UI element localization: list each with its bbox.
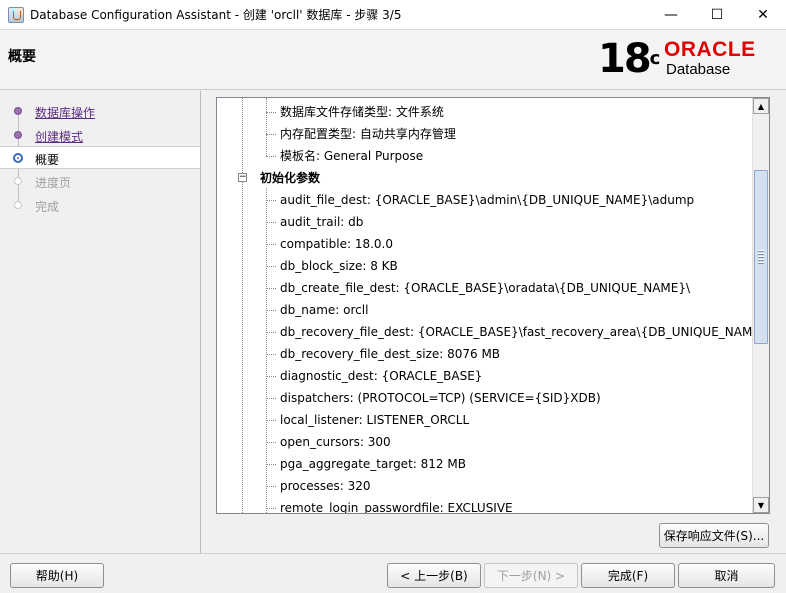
nav-step-progress: 进度页 [0, 170, 200, 193]
step-navigation: 数据库操作 创建模式 概要 进度页 完成 [0, 91, 201, 553]
nav-step-label: 创建模式 [35, 130, 84, 144]
tree-param-text: remote_login_passwordfile: EXCLUSIVE [280, 501, 513, 513]
page-title: 概要 [8, 49, 36, 65]
summary-tree-content: 数据库文件存储类型: 文件系统 内存配置类型: 自动共享内存管理 模板名: Ge… [217, 98, 753, 513]
cancel-button[interactable]: 取消 [678, 563, 775, 588]
tree-param-text: audit_trail: db [280, 215, 364, 229]
scrollbar-thumb[interactable] [754, 170, 768, 344]
tree-branch-line [266, 222, 276, 223]
tree-param-text: compatible: 18.0.0 [280, 237, 393, 251]
tree-branch-line [266, 354, 276, 355]
save-response-file-button[interactable]: 保存响应文件(S)... [659, 523, 769, 548]
tree-branch-line [266, 244, 276, 245]
nav-step-label: 数据库操作 [35, 106, 96, 120]
nav-step-database-operation[interactable]: 数据库操作 [0, 100, 200, 123]
step-pending-icon [14, 201, 22, 209]
tree-branch-line [266, 288, 276, 289]
tree-branch-line [266, 508, 276, 509]
step-done-icon [14, 131, 22, 139]
logo-version: 18c [598, 36, 661, 82]
tree-param-text: db_create_file_dest: {ORACLE_BASE}\orada… [280, 281, 691, 295]
step-done-icon [14, 107, 22, 115]
logo-brand: ORACLE [664, 38, 756, 61]
maximize-button[interactable]: ☐ [694, 0, 740, 30]
page-header: 概要 18c ORACLE Database [0, 30, 786, 90]
tree-branch-line [266, 134, 276, 135]
tree-param-text: db_block_size: 8 KB [280, 259, 398, 273]
tree-branch-line [266, 486, 276, 487]
tree-param-text: dispatchers: (PROTOCOL=TCP) (SERVICE={SI… [280, 391, 601, 405]
window-title: Database Configuration Assistant - 创建 'o… [30, 8, 402, 22]
summary-tree[interactable]: 数据库文件存储类型: 文件系统 内存配置类型: 自动共享内存管理 模板名: Ge… [216, 97, 770, 514]
tree-param-text: diagnostic_dest: {ORACLE_BASE} [280, 369, 483, 383]
minimize-button[interactable]: — [648, 0, 694, 30]
finish-button[interactable]: 完成(F) [581, 563, 675, 588]
tree-param-text: db_recovery_file_dest_size: 8076 MB [280, 347, 501, 361]
tree-row-text: 内存配置类型: 自动共享内存管理 [280, 127, 456, 141]
tree-branch-line [266, 464, 276, 465]
tree-connector-line [266, 98, 267, 156]
scroll-down-icon[interactable]: ▼ [753, 497, 769, 513]
tree-branch-line [266, 266, 276, 267]
tree-param-text: audit_file_dest: {ORACLE_BASE}\admin\{DB… [280, 193, 695, 207]
nav-step-creation-mode[interactable]: 创建模式 [0, 124, 200, 147]
tree-param-text: processes: 320 [280, 479, 371, 493]
close-button[interactable]: ✕ [740, 0, 786, 30]
footer-divider [0, 553, 786, 554]
tree-branch-line [266, 332, 276, 333]
tree-branch-line [266, 112, 276, 113]
nav-step-label: 进度页 [35, 176, 72, 190]
step-pending-icon [14, 177, 22, 185]
tree-branch-line [266, 420, 276, 421]
tree-param-text: local_listener: LISTENER_ORCLL [280, 413, 470, 427]
tree-param-text: pga_aggregate_target: 812 MB [280, 457, 466, 471]
tree-row-text: 模板名: General Purpose [280, 149, 424, 163]
nav-step-summary: 概要 [0, 146, 200, 169]
scroll-up-icon[interactable]: ▲ [753, 98, 769, 114]
tree-branch-line [266, 156, 276, 157]
step-current-icon [13, 153, 23, 163]
back-button[interactable]: < 上一步(B) [387, 563, 481, 588]
title-bar: Database Configuration Assistant - 创建 'o… [0, 0, 786, 30]
vertical-scrollbar[interactable]: ▲ ▼ [752, 98, 769, 513]
next-button: 下一步(N) > [484, 563, 578, 588]
nav-step-label: 概要 [35, 153, 60, 167]
java-app-icon [8, 6, 24, 23]
tree-connector-line [242, 98, 243, 513]
collapse-icon[interactable]: − [238, 173, 247, 182]
tree-branch-line [266, 200, 276, 201]
tree-param-text: open_cursors: 300 [280, 435, 391, 449]
tree-row-text: 数据库文件存储类型: 文件系统 [280, 105, 444, 119]
nav-step-label: 完成 [35, 200, 60, 214]
tree-branch-line [266, 442, 276, 443]
tree-param-text: db_name: orcll [280, 303, 369, 317]
scrollbar-grip-icon [758, 250, 764, 264]
tree-branch-line [266, 398, 276, 399]
tree-param-text: db_recovery_file_dest: {ORACLE_BASE}\fas… [280, 325, 753, 339]
logo-product: Database [666, 61, 731, 78]
oracle-database-logo: 18c ORACLE Database [598, 36, 774, 82]
tree-group-label: 初始化参数 [260, 171, 321, 185]
nav-step-finish: 完成 [0, 194, 200, 217]
tree-branch-line [266, 310, 276, 311]
tree-branch-line [266, 376, 276, 377]
help-button[interactable]: 帮助(H) [10, 563, 104, 588]
